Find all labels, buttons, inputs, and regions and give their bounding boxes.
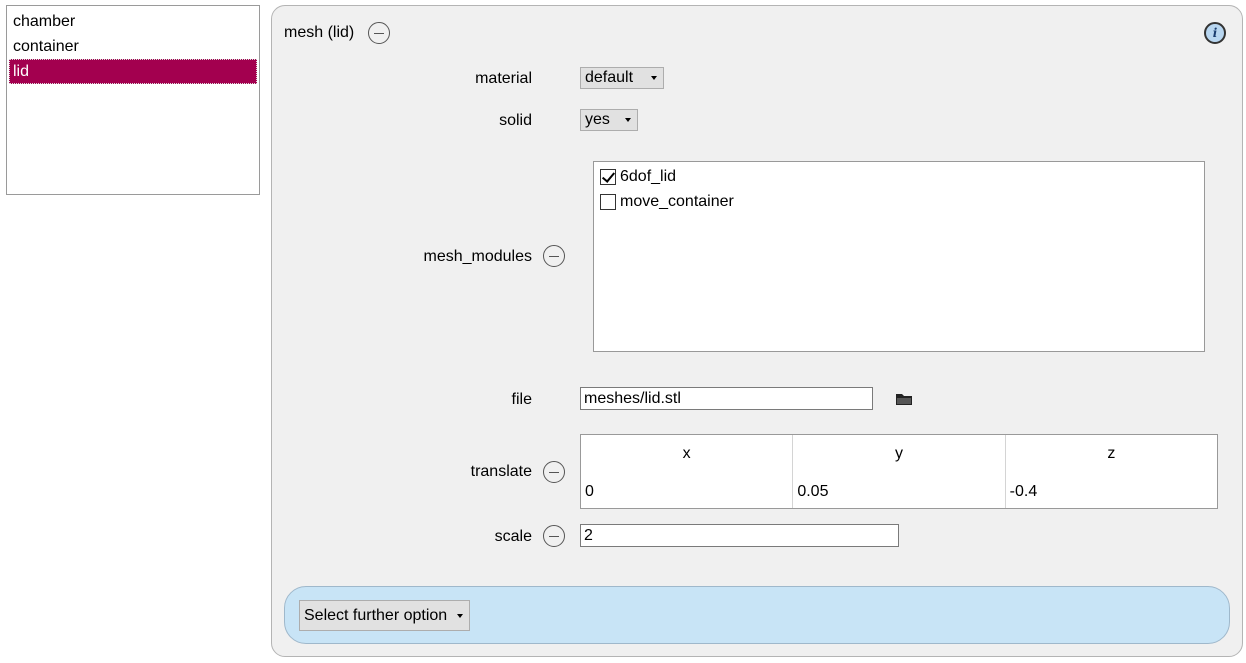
info-icon[interactable]: i bbox=[1204, 22, 1226, 44]
file-value: meshes/lid.stl bbox=[584, 390, 681, 407]
translate-z-column: z -0.4 bbox=[1006, 435, 1217, 508]
checkbox-checked[interactable] bbox=[600, 168, 616, 185]
solid-value: yes bbox=[585, 111, 610, 128]
scale-value: 2 bbox=[584, 527, 593, 544]
scale-label: scale bbox=[494, 528, 532, 545]
collapse-translate-button[interactable] bbox=[543, 461, 565, 483]
translate-y-header: y bbox=[894, 445, 903, 462]
module-label: move_container bbox=[620, 193, 734, 210]
module-label: 6dof_lid bbox=[620, 168, 677, 185]
translate-y-column: y 0.05 bbox=[793, 435, 1006, 508]
further-option-label: Select further option bbox=[304, 607, 448, 624]
mesh-modules-list[interactable]: 6dof_lid move_container bbox=[593, 161, 1205, 352]
solid-select[interactable]: yes bbox=[580, 109, 638, 131]
solid-label: solid bbox=[499, 112, 532, 129]
checkbox-unchecked[interactable] bbox=[600, 193, 616, 210]
translate-x-value[interactable]: 0 bbox=[585, 483, 594, 501]
file-label: file bbox=[511, 391, 532, 408]
module-item[interactable]: move_container bbox=[594, 189, 1204, 214]
chevron-down-icon bbox=[651, 76, 657, 80]
translate-table: x 0 y 0.05 z -0.4 bbox=[580, 434, 1218, 509]
translate-y-value[interactable]: 0.05 bbox=[797, 483, 828, 501]
mesh-panel: mesh (lid) i material default solid yes … bbox=[271, 5, 1243, 657]
list-item-container[interactable]: container bbox=[9, 34, 257, 59]
material-value: default bbox=[585, 69, 634, 86]
translate-x-column: x 0 bbox=[581, 435, 794, 508]
further-option-bar: Select further option bbox=[284, 586, 1230, 644]
mesh-modules-label: mesh_modules bbox=[423, 248, 533, 265]
folder-icon[interactable] bbox=[895, 391, 913, 407]
further-option-select[interactable]: Select further option bbox=[299, 600, 470, 631]
file-input[interactable]: meshes/lid.stl bbox=[580, 387, 873, 410]
translate-z-value[interactable]: -0.4 bbox=[1010, 483, 1038, 501]
panel-title: mesh (lid) bbox=[284, 24, 355, 41]
object-list[interactable]: chamber container lid bbox=[6, 5, 260, 195]
collapse-mesh-button[interactable] bbox=[368, 22, 390, 44]
list-item-chamber[interactable]: chamber bbox=[9, 9, 257, 34]
module-item[interactable]: 6dof_lid bbox=[594, 164, 1204, 189]
collapse-scale-button[interactable] bbox=[543, 525, 565, 547]
material-label: material bbox=[475, 70, 532, 87]
translate-x-header: x bbox=[682, 445, 691, 462]
chevron-down-icon bbox=[625, 118, 631, 122]
translate-z-header: z bbox=[1107, 445, 1116, 462]
translate-label: translate bbox=[470, 463, 532, 480]
list-item-lid[interactable]: lid bbox=[9, 59, 257, 84]
material-select[interactable]: default bbox=[580, 67, 664, 89]
chevron-down-icon bbox=[457, 614, 463, 618]
scale-input[interactable]: 2 bbox=[580, 524, 899, 547]
collapse-mesh-modules-button[interactable] bbox=[543, 245, 565, 267]
